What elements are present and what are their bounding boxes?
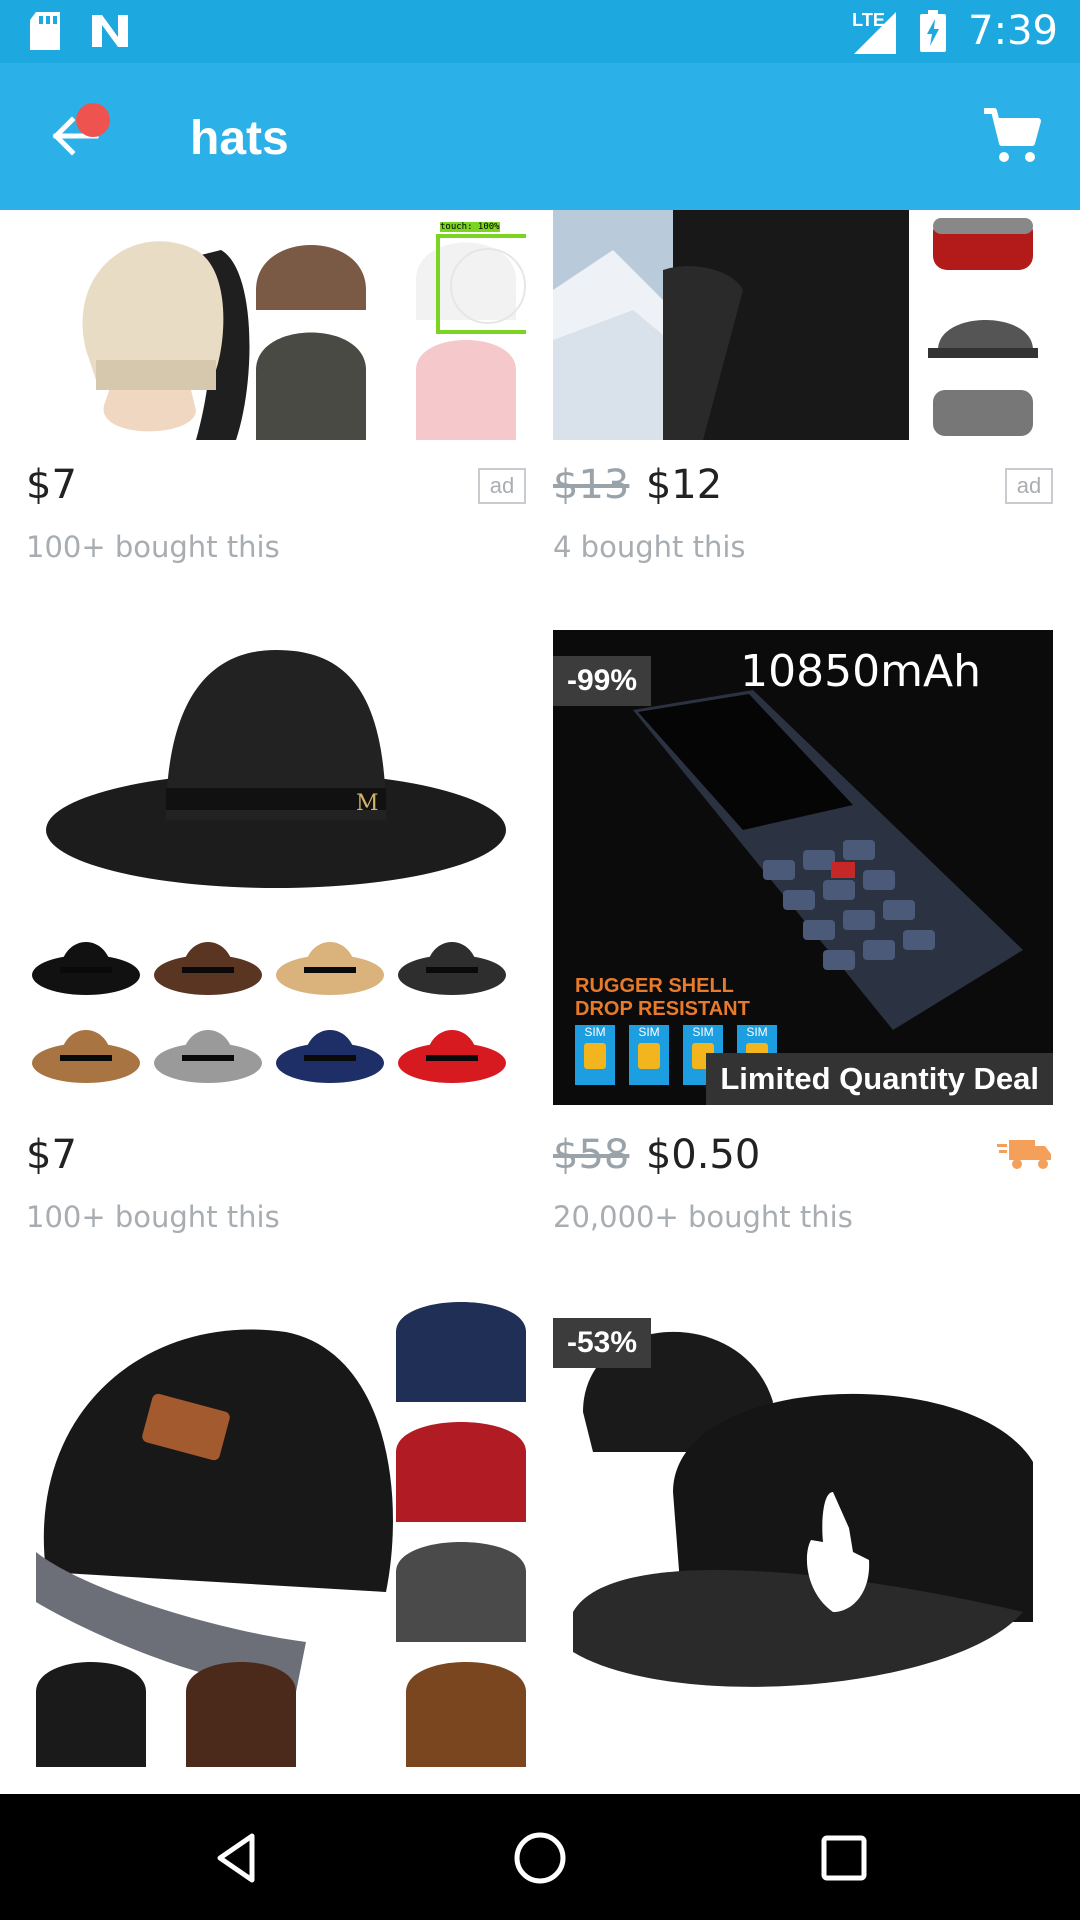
truck-icon [997, 1140, 1051, 1169]
clock: 7:39 [968, 8, 1058, 54]
discount-badge: -99% [553, 656, 652, 706]
product-card[interactable]: 10850mAh RUGGER SHELL DROP RESISTANT SIM… [553, 630, 1053, 1234]
sd-card-icon [30, 12, 60, 50]
original-price: $13 [553, 462, 630, 508]
recents-square-icon[interactable] [812, 1826, 876, 1890]
product-grid: touch: 100% $7 ad 100+ bought this $13 $… [0, 210, 1080, 1794]
ad-badge: ad [478, 468, 526, 504]
bought-count: 100+ bought this [26, 1200, 280, 1234]
back-triangle-icon[interactable] [204, 1826, 268, 1890]
product-card[interactable] [26, 1292, 526, 1772]
product-price: $12 [645, 462, 723, 508]
product-card[interactable]: M $7 100+ bought this [26, 630, 526, 1234]
product-price: $0.50 [645, 1132, 761, 1178]
product-image-winter-beanies[interactable] [26, 1292, 526, 1767]
product-price: $7 [26, 1132, 77, 1178]
product-image-neck-warmer[interactable] [553, 210, 1053, 440]
app-bar: hats [0, 63, 1080, 210]
product-price: $7 [26, 462, 77, 508]
bought-count: 4 bought this [553, 530, 746, 564]
notification-dot [76, 103, 110, 137]
mini-fedora [398, 942, 506, 995]
mini-fedora [276, 942, 384, 995]
product-card[interactable]: touch: 100% $7 ad 100+ bought this [26, 210, 526, 590]
product-card[interactable]: $13 $12 ad 4 bought this [553, 210, 1053, 590]
home-circle-icon[interactable] [508, 1826, 572, 1890]
bought-count: 100+ bought this [26, 530, 280, 564]
product-image-snapback-cap[interactable]: -53% [553, 1292, 1053, 1767]
image-caption: 10850mAh [740, 646, 981, 697]
sim-card-icon: SIM [575, 1025, 615, 1085]
cart-icon[interactable] [980, 103, 1044, 167]
product-card[interactable]: -53% [553, 1292, 1053, 1772]
bought-count: 20,000+ bought this [553, 1200, 853, 1234]
touch-indicator: touch: 100% [436, 222, 526, 334]
mini-fedora [32, 1030, 140, 1083]
n-icon [92, 15, 128, 47]
mini-fedora [154, 942, 262, 995]
signal-icon [854, 12, 897, 54]
mini-fedora [276, 1030, 384, 1083]
touch-circle [450, 248, 526, 324]
discount-badge: -53% [553, 1318, 652, 1368]
page-title: hats [190, 112, 289, 165]
original-price: $58 [553, 1132, 630, 1178]
image-caption: RUGGER SHELL DROP RESISTANT [575, 975, 750, 1020]
svg-text:M: M [356, 791, 379, 816]
sim-card-icon: SIM [629, 1025, 669, 1085]
status-bar: LTE 7:39 [0, 0, 1080, 63]
deal-banner: Limited Quantity Deal [706, 1053, 1053, 1105]
mini-fedora [154, 1030, 262, 1083]
product-image-rugged-phone[interactable]: 10850mAh RUGGER SHELL DROP RESISTANT SIM… [553, 630, 1053, 1105]
battery-charging-icon [920, 10, 947, 52]
mini-fedora [398, 1030, 506, 1083]
product-image-fedoras[interactable]: M [26, 630, 526, 1105]
navigation-bar [0, 1794, 1080, 1920]
ad-badge: ad [1005, 468, 1053, 504]
product-image-beanies[interactable]: touch: 100% [26, 210, 526, 440]
mini-fedora [32, 942, 140, 995]
